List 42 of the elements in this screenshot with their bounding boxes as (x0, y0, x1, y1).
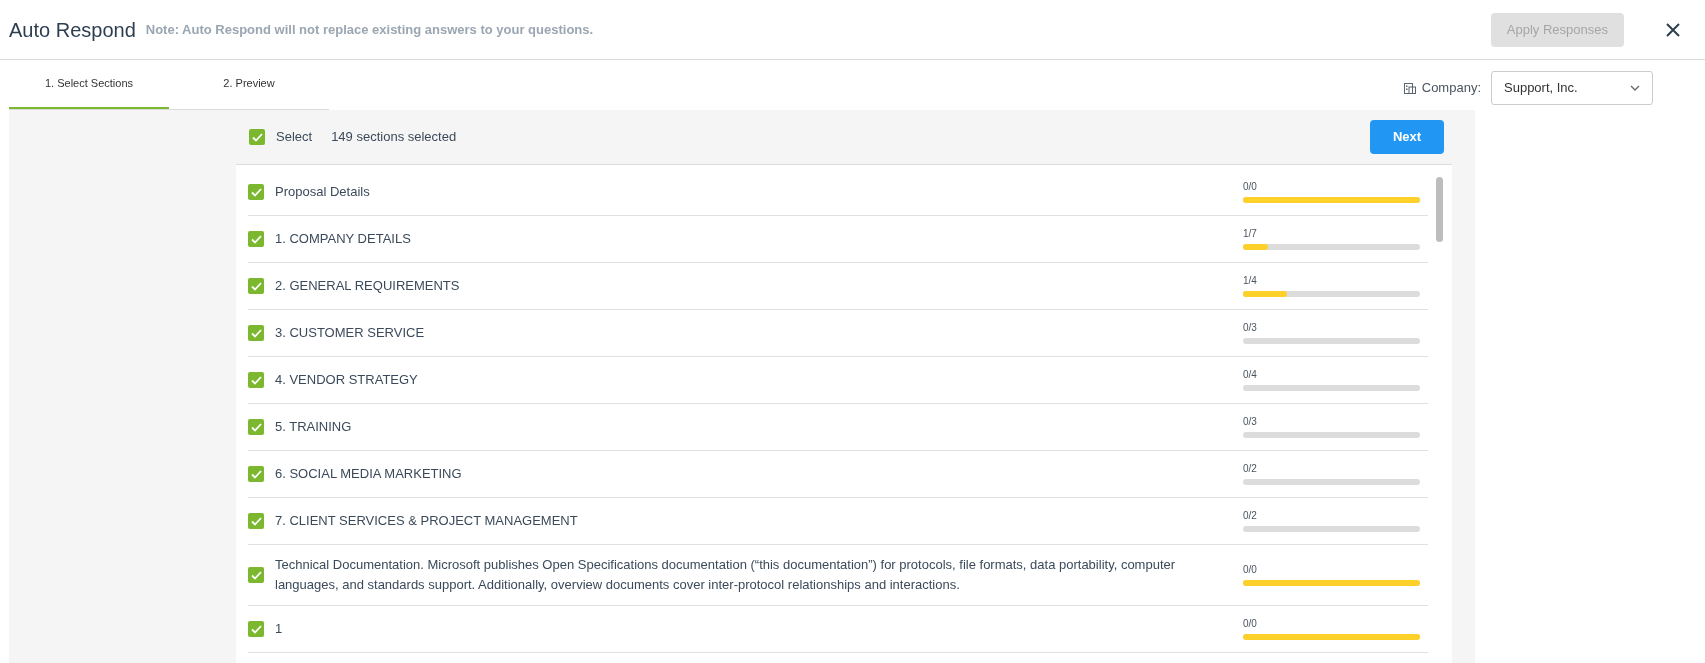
progress-count: 0/3 (1243, 416, 1258, 428)
section-title: 1. COMPANY DETAILS (275, 230, 412, 248)
section-title: 1 (275, 620, 284, 638)
checkbox[interactable] (248, 567, 264, 583)
select-label: Select (276, 128, 313, 147)
progress-count: 0/2 (1243, 510, 1258, 522)
section-title: Proposal Details (275, 183, 371, 201)
progress-count: 1/4 (1243, 275, 1258, 287)
checkbox[interactable] (248, 278, 264, 294)
progress-count: 0/2 (1243, 463, 1258, 475)
progress-count: 0/0 (1243, 618, 1258, 630)
progress-count: 1/7 (1243, 228, 1258, 240)
note-text: Note: Auto Respond will not replace existing answers to your questions. (145, 20, 594, 39)
checkbox[interactable] (248, 466, 264, 482)
checkbox[interactable] (248, 184, 264, 200)
progress-count: 0/3 (1243, 322, 1258, 334)
checkbox[interactable] (248, 419, 264, 435)
chevron-down-icon (1630, 85, 1640, 91)
checkbox[interactable] (248, 231, 264, 247)
step-tab[interactable]: 2. Preview (169, 59, 329, 109)
progress-count: 0/0 (1243, 564, 1258, 576)
section-title: 4. VENDOR STRATEGY (275, 371, 419, 389)
selected-count: 149 sections selected (331, 128, 457, 147)
section-title: 2. GENERAL REQUIREMENTS (275, 277, 461, 295)
section-title: 5. TRAINING (275, 418, 353, 436)
page-title: Auto Respond (9, 17, 136, 43)
progress-count: 0/0 (1243, 181, 1258, 193)
scrollbar-thumb[interactable] (1436, 177, 1443, 242)
progress-count: 0/4 (1243, 369, 1258, 381)
checkbox[interactable] (248, 513, 264, 529)
section-title: 3. CUSTOMER SERVICE (275, 324, 426, 342)
building-icon (1403, 82, 1416, 94)
section-title: 7. CLIENT SERVICES & PROJECT MANAGEMENT (275, 512, 579, 530)
checkbox[interactable] (249, 129, 265, 145)
checkbox[interactable] (248, 372, 264, 388)
checkbox[interactable] (248, 621, 264, 637)
checkbox[interactable] (248, 325, 264, 341)
close-icon[interactable] (1666, 22, 1680, 37)
company-dropdown[interactable]: Support, Inc. (1491, 71, 1653, 105)
section-title: Technical Documentation. Microsoft publishes Open Specifications documentation (“this documentation”) for protocols, file formats, data portability, computer languages, and standards support. Additionally, overview documents cover inter-protocol relationships and interactions. (275, 556, 1177, 594)
company-label: Company: (1421, 79, 1481, 98)
section-title: 6. SOCIAL MEDIA MARKETING (275, 465, 463, 483)
